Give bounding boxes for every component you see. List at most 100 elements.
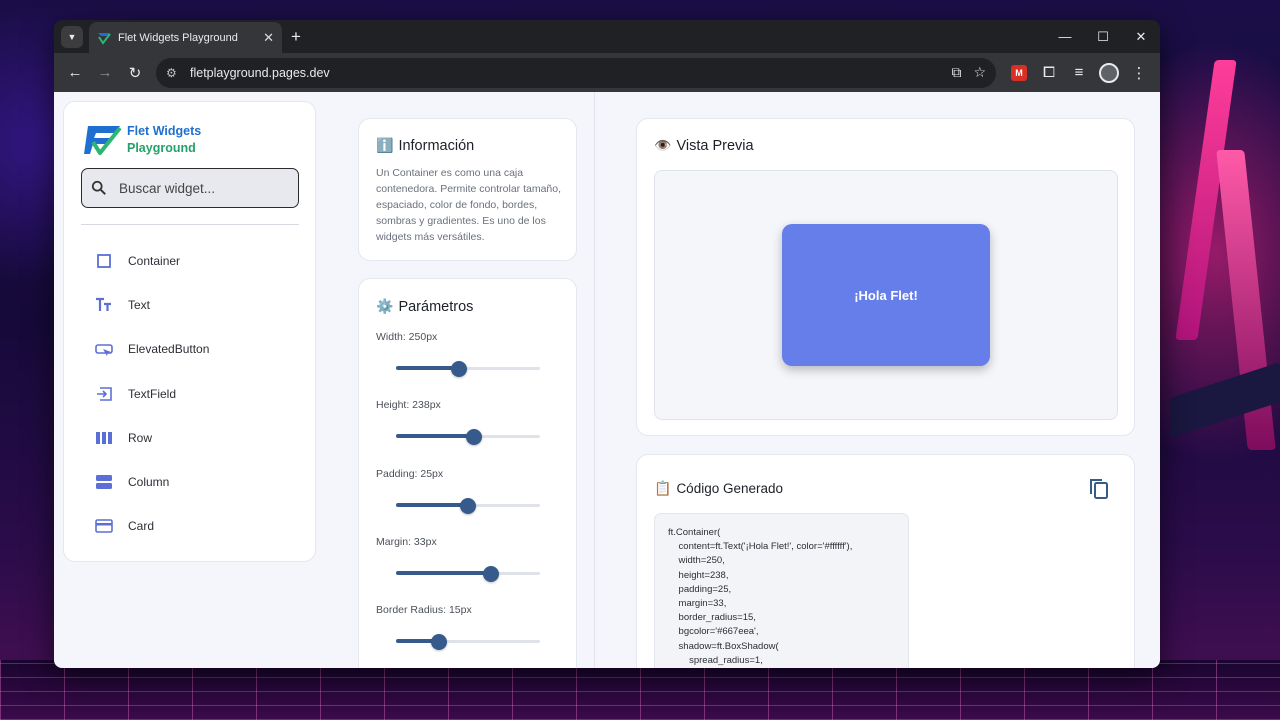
address-bar[interactable]: ⚙ fletplayground.pages.dev ⧉ ☆ [156,57,996,88]
preview-title-text: Vista Previa [676,137,754,154]
view-stream-icon [96,475,112,490]
text-fields-icon [96,298,111,312]
extension-red-button[interactable]: M [1004,58,1034,88]
param-slider[interactable] [396,361,540,377]
params-title: ⚙️ Parámetros [376,298,473,315]
close-icon[interactable]: ✕ [263,30,274,46]
slider-fill [396,366,460,370]
sidebar-item-container[interactable]: Container [81,239,299,283]
site-settings-icon[interactable]: ⚙ [166,66,182,80]
param-label: Padding: 25px [376,467,444,480]
sidebar-item-text[interactable]: Text [81,283,299,327]
sidebar-item-row[interactable]: Row [81,416,299,460]
toolbar-right: M ⧠ ≡ ⋮ [1004,58,1154,88]
sidebar-item-label: Card [128,519,155,534]
sidebar-item-label: Row [128,430,153,445]
flet-logo-icon [84,126,122,155]
info-card: ℹ️ Información Un Container es como una … [358,118,577,261]
page-content: Flet Widgets Playground Container [54,92,1160,668]
wallpaper-grid-floor [0,660,1280,720]
more-menu-icon[interactable]: ⋮ [1124,58,1154,88]
avatar [1099,62,1119,83]
sidebar-item-textfield[interactable]: TextField [81,372,299,416]
preview-title: 👁️ Vista Previa [654,137,754,154]
slider-fill [396,434,474,439]
params-title-text: Parámetros [398,298,474,315]
param-control: Width: 250px [376,331,566,377]
copy-icon[interactable] [1088,477,1110,501]
new-tab-button[interactable]: + [291,27,301,47]
back-arrow-icon[interactable]: ← [60,58,90,88]
demo-container: ¡Hola Flet! [782,224,990,366]
widget-nav: Container Text ElevatedButton TextField … [81,239,299,548]
sidebar-item-label: Container [128,254,181,269]
param-label: Height: 238px [376,399,441,412]
demo-container-text: ¡Hola Flet! [854,287,918,303]
input-icon [97,386,112,401]
slider-thumb[interactable] [431,634,448,651]
code-card: 📋 Código Generado ft.Container( content=… [636,454,1135,668]
forward-arrow-icon[interactable]: → [90,58,120,88]
app-name-line2: Playground [127,141,196,155]
code-line: width=250, [668,555,725,567]
info-description: Un Container es como una caja contenedor… [376,167,562,243]
sidebar-item-elevatedbutton[interactable]: ElevatedButton [81,327,299,371]
browser-toolbar: ← → ↻ ⚙ fletplayground.pages.dev ⧉ ☆ M ⧠… [54,53,1160,92]
credit-card-icon [95,519,113,534]
app-name-line1: Flet Widgets [127,124,202,138]
smart-button-icon [95,344,113,357]
tab-search-button[interactable]: ▼ [61,25,83,48]
chevron-down-icon: ▼ [67,31,77,42]
slider-thumb[interactable] [460,497,476,514]
gear-icon: ⚙️ [376,298,394,314]
flet-favicon-icon [98,32,111,45]
profile-avatar[interactable] [1094,58,1124,88]
slider-thumb[interactable] [465,429,482,446]
minimize-icon[interactable]: — [1046,20,1084,53]
param-label: Border Radius: 15px [376,604,472,617]
param-control: Padding: 25px [376,467,566,514]
code-line: border_radius=15, [668,612,756,624]
install-app-icon[interactable]: ⧉ [951,64,961,81]
slider-thumb[interactable] [451,361,468,377]
param-slider[interactable] [396,429,540,446]
code-line: content=ft.Text('¡Hola Flet!', color='#f… [668,541,853,553]
slider-fill [396,570,492,575]
preview-card: 👁️ Vista Previa ¡Hola Flet! [636,118,1135,436]
tab-strip: ▼ Flet Widgets Playground ✕ + — ☐ ✕ [54,20,1160,53]
reload-icon[interactable]: ↻ [120,58,150,88]
param-slider[interactable] [396,634,540,651]
close-window-icon[interactable]: ✕ [1122,20,1160,53]
sidebar-item-label: ElevatedButton [128,342,210,357]
info-title: ℹ️ Información [376,137,474,154]
media-queue-icon[interactable]: ≡ [1064,58,1094,88]
clipboard-icon: 📋 [654,480,672,496]
square-outline-icon [97,254,111,268]
extensions-puzzle-icon[interactable]: ⧠ [1034,58,1064,88]
search-box[interactable] [81,168,299,208]
sidebar-divider [81,224,299,225]
maximize-icon[interactable]: ☐ [1084,20,1122,53]
url-text: fletplayground.pages.dev [190,65,330,80]
slider-fill [396,502,468,507]
info-title-text: Información [398,137,475,154]
code-line: bgcolor='#667eea', [668,626,759,638]
code-title-text: Código Generado [676,481,784,496]
browser-tab[interactable]: Flet Widgets Playground ✕ [89,22,282,53]
window-controls: — ☐ ✕ [1046,20,1160,53]
bookmark-star-icon[interactable]: ☆ [973,64,986,81]
param-slider[interactable] [396,497,540,514]
search-input[interactable] [119,180,289,196]
sidebar-item-column[interactable]: Column [81,460,299,504]
param-slider[interactable] [396,565,540,582]
sidebar-item-card[interactable]: Card [81,504,299,548]
extension-red-icon: M [1011,64,1027,81]
slider-thumb[interactable] [483,565,500,582]
code-line: padding=25, [668,583,732,595]
param-label: Width: 250px [376,331,438,343]
view-column-icon [96,431,112,444]
sidebar-item-label: Column [128,475,170,490]
param-control: Margin: 33px [376,536,566,582]
app-logo: Flet Widgets Playground [84,122,201,158]
code-line: margin=33, [668,598,727,610]
